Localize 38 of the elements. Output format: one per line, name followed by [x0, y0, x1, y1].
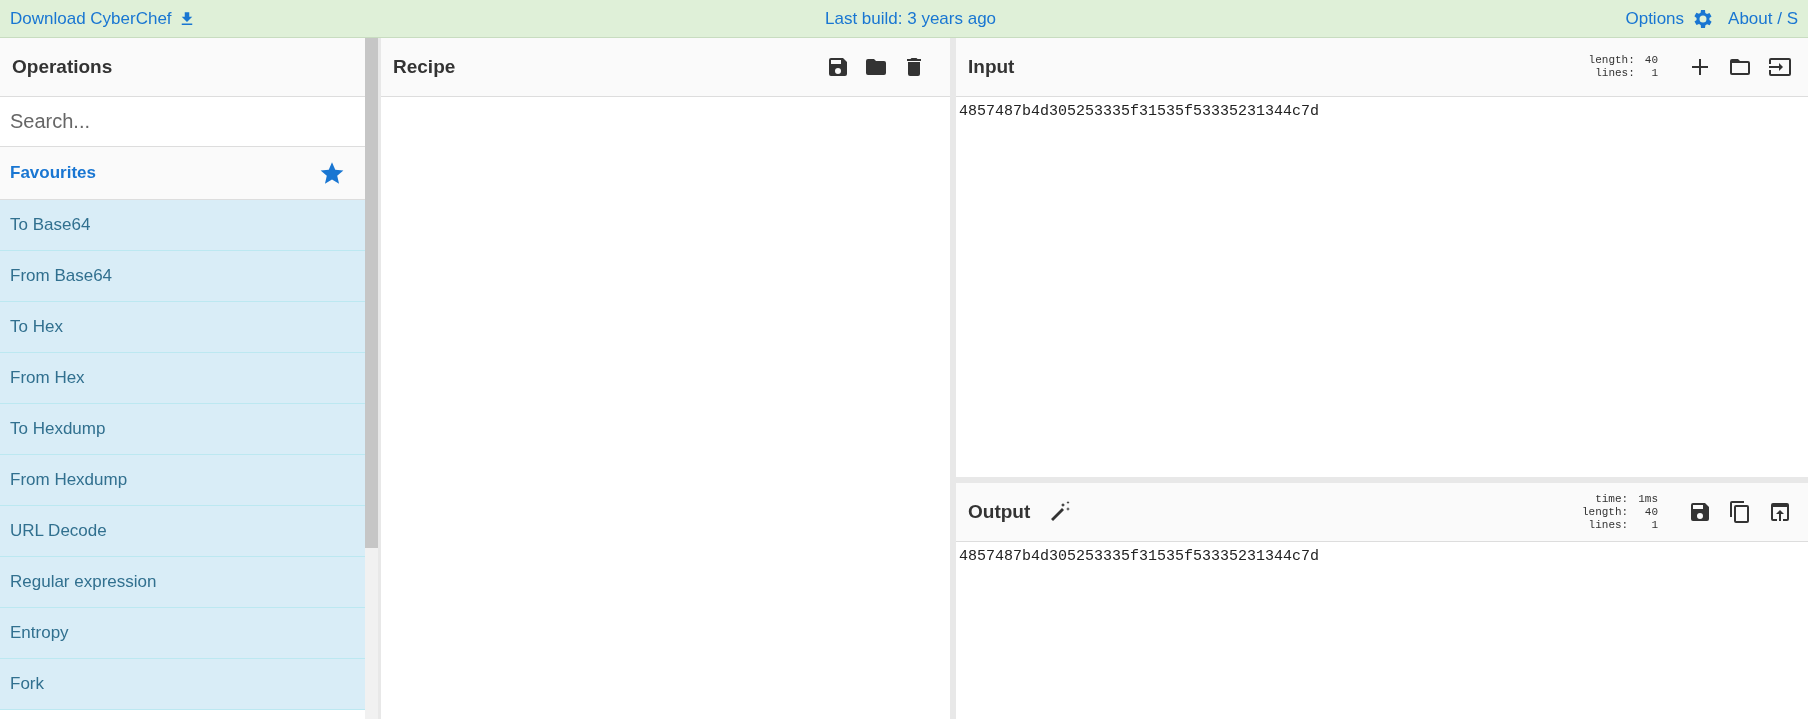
copy-icon[interactable] [1728, 500, 1752, 524]
panel-title: Input [968, 56, 1015, 78]
stat-label: time: [1594, 492, 1629, 506]
stat-value: 1 [1650, 67, 1658, 80]
operation-item[interactable]: To Base64 [0, 200, 365, 251]
operation-item[interactable]: From Hexdump [0, 455, 365, 506]
stat-value: 1 [1650, 518, 1658, 532]
stat-label: length: [1588, 54, 1635, 67]
save-icon[interactable] [826, 55, 850, 79]
save-icon[interactable] [1688, 500, 1712, 524]
stat-label: lines: [1594, 67, 1635, 80]
about-link[interactable]: About / S [1728, 8, 1798, 29]
open-in-window-icon[interactable] [1768, 500, 1792, 524]
stat-value: 40 [1644, 54, 1658, 67]
operation-item[interactable]: From Base64 [0, 251, 365, 302]
panel-title: Output [968, 501, 1031, 523]
operation-item[interactable]: To Hexdump [0, 404, 365, 455]
input-text[interactable]: 4857487b4d305253335f31535f53335231344c7d [956, 97, 1808, 126]
input-icon[interactable] [1768, 55, 1792, 79]
output-text: 4857487b4d305253335f31535f53335231344c7d [958, 547, 1321, 567]
panel-title: Recipe [393, 56, 456, 78]
build-info: Last build: 3 years ago [825, 8, 997, 29]
stat-label: lines: [1587, 518, 1629, 532]
operation-item[interactable]: From Hex [0, 353, 365, 404]
scrollbar[interactable] [365, 38, 378, 719]
operation-item[interactable]: Regular expression [0, 557, 365, 608]
options-link[interactable]: Options [1625, 6, 1715, 31]
download-link[interactable]: Download CyberChef [10, 8, 196, 29]
operation-item[interactable]: URL Decode [0, 506, 365, 557]
category-header[interactable]: Favourites [0, 147, 365, 200]
stat-value: 40 [1643, 505, 1658, 519]
stat-label: length: [1581, 505, 1629, 519]
star-icon [319, 160, 345, 186]
operation-item[interactable]: Fork [0, 659, 365, 710]
operation-item[interactable]: To Hex [0, 302, 365, 353]
stat-value: 1ms [1638, 492, 1658, 506]
operation-item[interactable]: Entropy [0, 608, 365, 659]
panel-title: Operations [12, 56, 113, 78]
